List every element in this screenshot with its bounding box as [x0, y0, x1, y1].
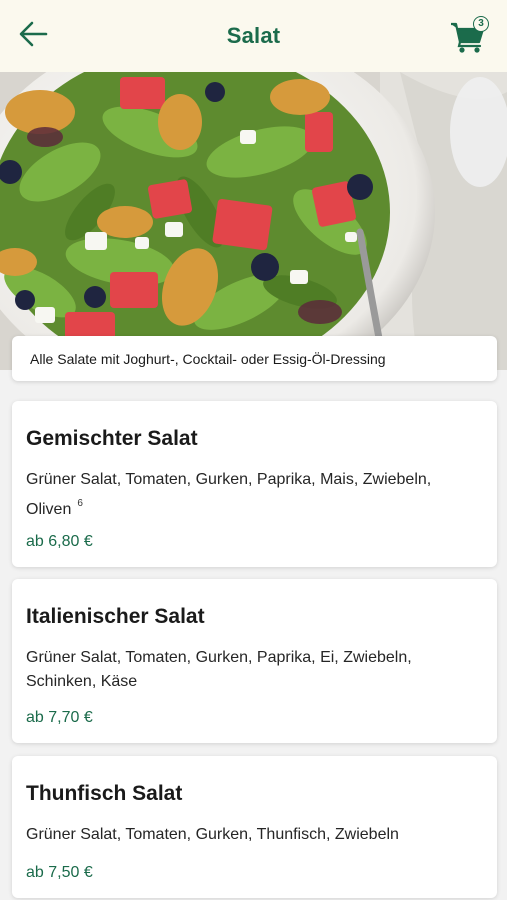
- product-description: Grüner Salat, Tomaten, Gurken, Paprika, …: [26, 468, 471, 522]
- arrow-left-icon: [19, 21, 48, 47]
- page-title: Salat: [226, 23, 281, 48]
- product-price: ab 6,80 €: [26, 533, 93, 550]
- hero-image: [0, 72, 507, 370]
- product-card[interactable]: Thunfisch Salat Grüner Salat, Tomaten, G…: [12, 756, 497, 898]
- product-description: Grüner Salat, Tomaten, Gurken, Thunfisch…: [26, 826, 399, 843]
- salad-photo: [0, 72, 507, 370]
- product-description: Grüner Salat, Tomaten, Gurken, Paprika, …: [26, 649, 412, 690]
- app-screen: Salat 3 Alle Salate mit Joghurt-, Cockta…: [0, 0, 507, 900]
- product-name: Gemischter Salat: [26, 427, 198, 450]
- product-price: ab 7,70 €: [26, 709, 93, 726]
- product-description-text: Grüner Salat, Tomaten, Gurken, Paprika, …: [26, 471, 432, 518]
- product-name: Italienischer Salat: [26, 605, 205, 628]
- cart-button[interactable]: 3: [449, 16, 489, 56]
- top-bar: Salat 3: [0, 0, 507, 72]
- back-button[interactable]: [16, 18, 52, 50]
- allergen-footnote: 6: [77, 498, 83, 509]
- product-price: ab 7,50 €: [26, 864, 93, 881]
- cart-count-badge: 3: [473, 16, 489, 32]
- product-name: Thunfisch Salat: [26, 782, 183, 805]
- product-card[interactable]: Italienischer Salat Grüner Salat, Tomate…: [12, 579, 497, 743]
- product-card[interactable]: Gemischter Salat Grüner Salat, Tomaten, …: [12, 401, 497, 567]
- dressing-info-banner: Alle Salate mit Joghurt-, Cocktail- oder…: [12, 336, 497, 381]
